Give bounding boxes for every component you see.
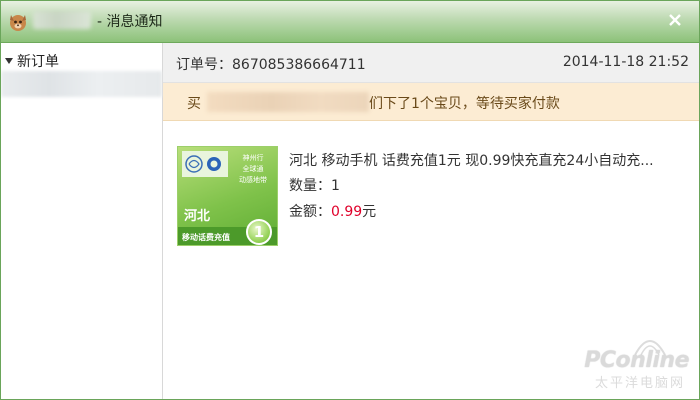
thumbnail-slogan: 神州行 全球通 动感地带 <box>230 153 276 186</box>
order-status-notice: 买 们下了1个宝贝，等待买家付款 <box>163 83 699 121</box>
blurred-account-name <box>33 11 91 29</box>
main-panel: 订单号：867085386664711 2014-11-18 21:52 买 们… <box>163 43 699 399</box>
close-icon[interactable] <box>665 10 685 30</box>
product-thumbnail[interactable]: 神州行 全球通 动感地带 河北 移动话费充值 1 <box>177 146 278 246</box>
watermark-sub: 太平洋电脑网 <box>594 376 685 391</box>
order-time: 2014-11-18 21:52 <box>562 54 689 70</box>
notification-window: - 消息通知 新订单 订单号：867085386664711 2014-11-1… <box>0 0 700 400</box>
amount-unit: 元 <box>362 204 377 220</box>
product-quantity: 数量：1 <box>289 178 340 194</box>
order-number: 订单号：867085386664711 <box>176 57 366 73</box>
order-header: 订单号：867085386664711 2014-11-18 21:52 <box>163 43 699 83</box>
amount-value: 0.99 <box>331 204 363 220</box>
carrier-logo-icon <box>182 151 228 177</box>
slogan-line: 动感地带 <box>239 176 267 184</box>
sidebar-section-new-orders[interactable]: 新订单 <box>5 51 59 71</box>
amount-label: 金额： <box>289 204 331 220</box>
caret-down-icon <box>5 58 13 64</box>
window-title: - 消息通知 <box>97 14 163 30</box>
notice-blurred-buyer <box>207 92 369 112</box>
thumbnail-denomination: 1 <box>246 219 272 245</box>
sidebar: 新订单 <box>1 43 163 399</box>
slogan-line: 全球通 <box>242 165 264 173</box>
product-amount: 金额：0.99元 <box>289 201 376 221</box>
app-logo-icon <box>10 15 26 31</box>
watermark-brand: PConline <box>584 348 689 373</box>
product-title[interactable]: 河北 移动手机 话费充值1元 现0.99快充直充24小自动充... <box>289 150 654 170</box>
slogan-line: 神州行 <box>242 154 264 162</box>
sidebar-section-label: 新订单 <box>17 54 59 70</box>
title-bar[interactable]: - 消息通知 <box>1 1 699 43</box>
product-item[interactable]: 神州行 全球通 动感地带 河北 移动话费充值 1 河北 移动手机 话费充值1元 … <box>177 146 687 246</box>
notice-text: 们下了1个宝贝，等待买家付款 <box>369 96 560 112</box>
thumbnail-card-label: 移动话费充值 <box>182 233 230 242</box>
sidebar-item-blurred[interactable] <box>1 71 162 97</box>
thumbnail-region: 河北 <box>184 209 211 224</box>
notice-prefix: 买 <box>187 96 201 112</box>
